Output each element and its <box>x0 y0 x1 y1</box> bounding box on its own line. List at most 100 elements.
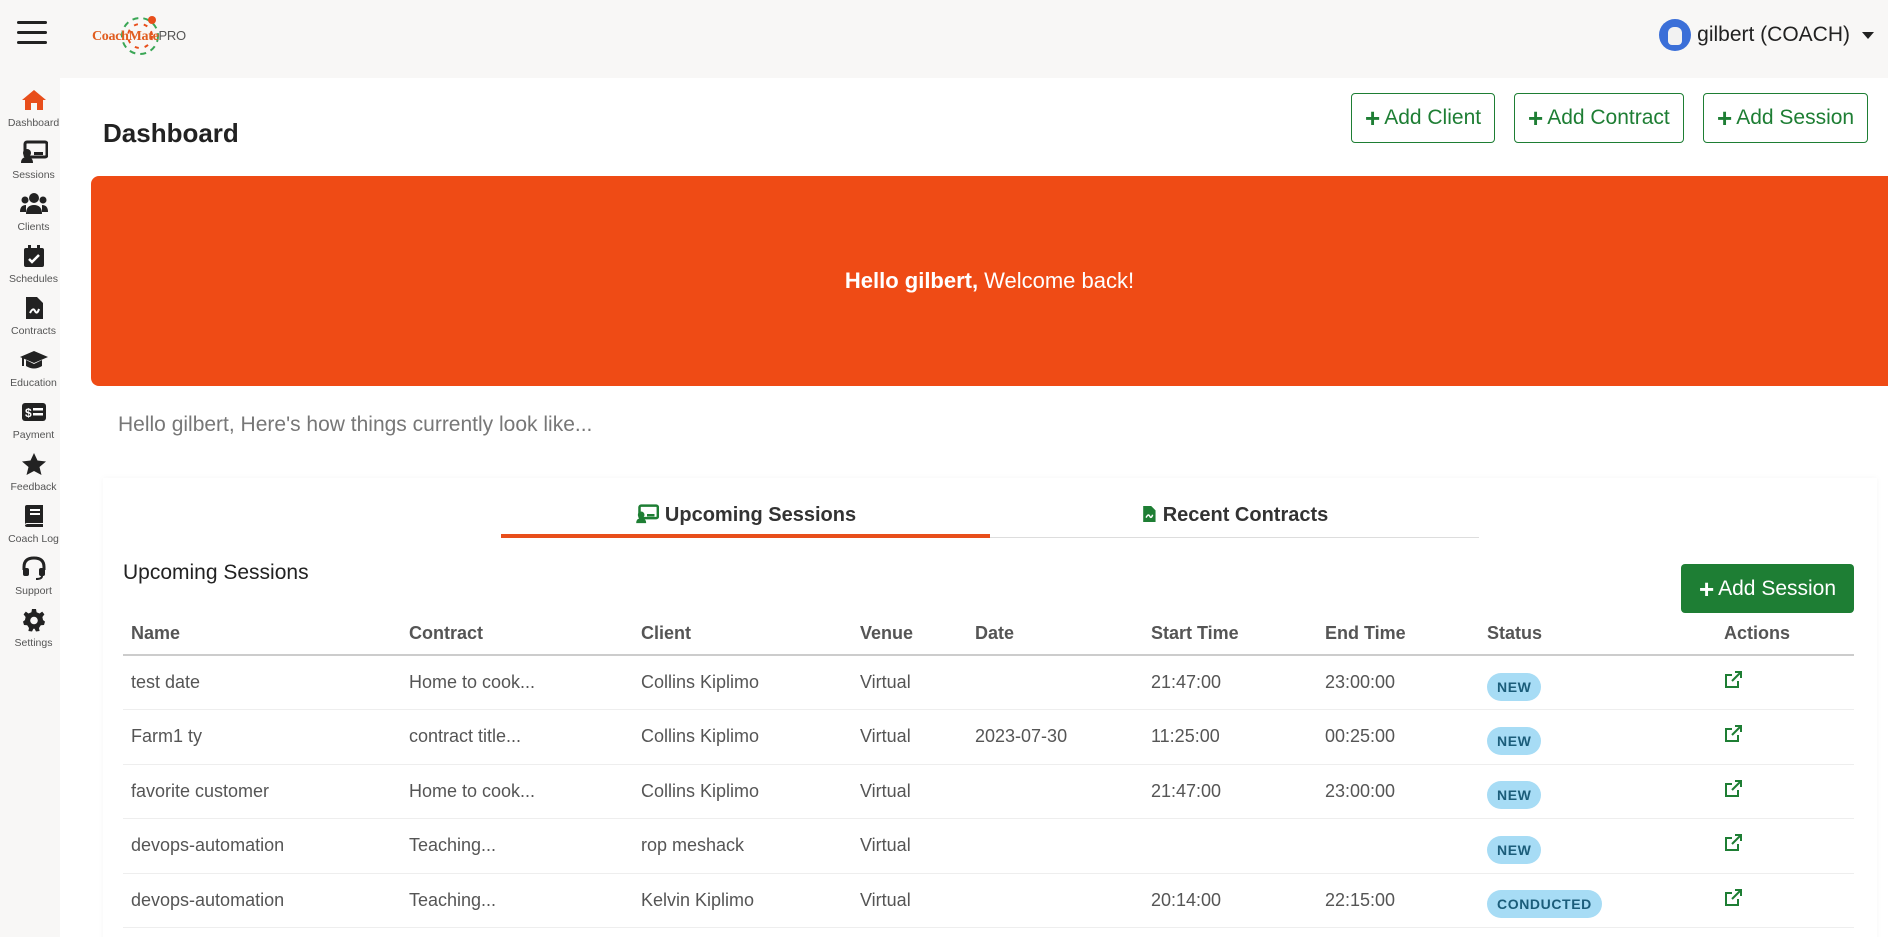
welcome-banner: Hello gilbert, Welcome back! <box>91 176 1888 386</box>
page-title: Dashboard <box>103 118 239 148</box>
column-header[interactable]: Client <box>633 613 852 656</box>
cell-start-time: 20:14:00 <box>1143 873 1317 928</box>
user-menu[interactable]: gilbert (COACH) <box>1659 18 1874 52</box>
cell-client: Collins Kiplimo <box>633 655 852 710</box>
sidebar-item-education[interactable]: Education <box>0 348 67 398</box>
cell-name: favorite customer <box>123 764 401 819</box>
tab-upcoming-sessions[interactable]: Upcoming Sessions <box>501 504 990 538</box>
table-row: Farm1 ty contract title... Collins Kiplimo… <box>123 709 1854 765</box>
hamburger-menu-icon[interactable] <box>17 21 47 47</box>
headset-icon <box>22 556 45 580</box>
cell-contract: Home to cook... <box>401 655 633 710</box>
column-header[interactable]: Venue <box>852 613 967 656</box>
plus-icon: + <box>1528 103 1544 133</box>
cell-status: NEW <box>1479 818 1716 874</box>
open-external-icon[interactable] <box>1724 725 1742 748</box>
cell-venue: Virtual <box>852 655 967 710</box>
sidebar-item-dashboard[interactable]: Dashboard <box>0 88 67 138</box>
plus-icon: + <box>1717 103 1733 133</box>
sidebar-item-contracts[interactable]: Contracts <box>0 296 67 346</box>
column-header: Actions <box>1716 613 1854 656</box>
column-header[interactable]: Date <box>967 613 1143 656</box>
section-title: Upcoming Sessions <box>123 561 309 584</box>
add-contract-button[interactable]: + Add Contract <box>1514 93 1684 143</box>
cell-contract: contract title... <box>401 709 633 765</box>
sidebar-item-settings[interactable]: Settings <box>0 608 67 658</box>
status-badge: NEW <box>1487 781 1542 810</box>
plus-icon: + <box>1365 103 1381 133</box>
contract-icon <box>25 297 43 319</box>
cell-status: NEW <box>1479 655 1716 710</box>
add-client-button[interactable]: + Add Client <box>1351 93 1496 143</box>
cell-status: NEW <box>1479 764 1716 819</box>
cell-name: devops-automation <box>123 873 401 928</box>
payment-icon: $ <box>21 403 46 421</box>
chevron-down-icon <box>1862 31 1874 39</box>
table-header-row: Name Contract Client Venue Date Start Ti… <box>123 613 1854 656</box>
cell-venue: Virtual <box>852 709 967 765</box>
cell-date <box>967 764 1143 819</box>
cell-venue: Virtual <box>852 873 967 928</box>
cell-status: NEW <box>1479 709 1716 765</box>
contract-icon <box>1142 506 1156 522</box>
cell-start-time: 11:25:00 <box>1143 709 1317 765</box>
book-icon <box>24 505 43 527</box>
column-header[interactable]: End Time <box>1317 613 1479 656</box>
cell-end-time: 23:00:00 <box>1317 655 1479 710</box>
avatar <box>1659 19 1692 51</box>
cell-contract: Home to cook... <box>401 764 633 819</box>
sessions-card: Upcoming Sessions Recent Contracts Upcom… <box>103 478 1877 937</box>
cell-actions <box>1716 873 1854 928</box>
column-header[interactable]: Contract <box>401 613 633 656</box>
cell-start-time: 21:47:00 <box>1143 655 1317 710</box>
home-icon <box>21 90 46 110</box>
cell-date <box>967 818 1143 874</box>
table-row: devops-automation Teaching... Kelvin Kipli… <box>123 873 1854 928</box>
sidebar-item-clients[interactable]: Clients <box>0 192 67 242</box>
sidebar-item-schedules[interactable]: Schedules <box>0 244 67 294</box>
top-bar: CoachMatePRO gilbert (COACH) <box>0 0 1888 70</box>
column-header[interactable]: Start Time <box>1143 613 1317 656</box>
logo-text: CoachMatePRO <box>92 28 186 44</box>
open-external-icon[interactable] <box>1724 779 1742 803</box>
status-badge: NEW <box>1487 726 1542 755</box>
cell-date <box>967 655 1143 710</box>
column-header[interactable]: Status <box>1479 613 1716 656</box>
sidebar-item-coach-log[interactable]: Coach Log <box>0 504 67 554</box>
cell-end-time <box>1317 818 1479 874</box>
cell-contract: Teaching... <box>401 873 633 928</box>
banner-message: Welcome back! <box>984 268 1135 293</box>
app-logo[interactable]: CoachMatePRO <box>92 12 186 58</box>
cell-start-time <box>1143 818 1317 874</box>
cell-status: CONDUCTED <box>1479 873 1716 928</box>
cell-date <box>967 873 1143 928</box>
user-name: gilbert (COACH) <box>1697 23 1850 46</box>
cell-venue: Virtual <box>852 818 967 874</box>
table-row: devops-automation Teaching... rop meshack V… <box>123 818 1854 874</box>
cell-end-time: 00:25:00 <box>1317 709 1479 765</box>
sidebar-item-sessions[interactable]: Sessions <box>0 140 67 190</box>
cell-start-time: 21:47:00 <box>1143 764 1317 819</box>
open-external-icon[interactable] <box>1724 671 1742 694</box>
banner-greeting: Hello gilbert, <box>844 268 979 293</box>
cell-name: test date <box>123 655 401 710</box>
cell-client: rop meshack <box>633 818 852 874</box>
sidebar: Dashboard Sessions Clients Schedules Con… <box>0 70 60 937</box>
sidebar-item-payment[interactable]: $ Payment <box>0 400 67 450</box>
open-external-icon[interactable] <box>1724 834 1742 857</box>
table-row: test date Home to cook... Collins Kiplimo V… <box>123 655 1854 710</box>
open-external-icon[interactable] <box>1724 888 1742 912</box>
sidebar-item-support[interactable]: Support <box>0 556 67 606</box>
star-icon <box>21 453 46 475</box>
cell-actions <box>1716 764 1854 819</box>
sidebar-item-feedback[interactable]: Feedback <box>0 452 67 502</box>
tab-recent-contracts[interactable]: Recent Contracts <box>990 504 1479 538</box>
add-session-button[interactable]: + Add Session <box>1681 564 1854 613</box>
add-session-button[interactable]: + Add Session <box>1703 93 1869 143</box>
sessions-icon <box>636 504 659 524</box>
gear-icon <box>22 609 45 632</box>
cell-end-time: 22:15:00 <box>1317 873 1479 928</box>
column-header[interactable]: Name <box>123 613 401 656</box>
cell-actions <box>1716 709 1854 765</box>
cell-client: Collins Kiplimo <box>633 764 852 819</box>
